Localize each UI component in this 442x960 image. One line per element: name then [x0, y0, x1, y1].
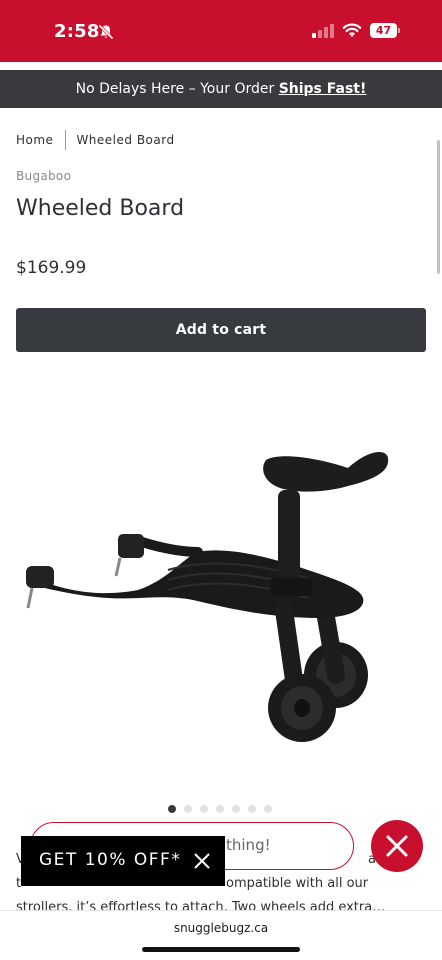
breadcrumb-current: Wheeled Board [76, 133, 175, 147]
cellular-signal-icon [312, 24, 334, 38]
discount-banner[interactable]: GET 10% OFF* [21, 836, 225, 886]
product-brand[interactable]: Bugaboo [16, 169, 71, 183]
close-icon[interactable] [193, 852, 211, 870]
pager-dot[interactable] [264, 805, 272, 813]
breadcrumb-divider [65, 130, 67, 150]
header-gap [0, 62, 442, 70]
breadcrumb-home[interactable]: Home [16, 133, 53, 147]
page-scrollbar[interactable] [437, 140, 440, 274]
browser-url-bar[interactable]: snugglebugz.ca [0, 910, 442, 960]
add-to-cart-button[interactable]: Add to cart [16, 308, 426, 352]
url-text[interactable]: snugglebugz.ca [0, 921, 442, 935]
product-price: $169.99 [16, 258, 87, 278]
image-pager [168, 805, 272, 813]
product-title: Wheeled Board [16, 196, 185, 221]
description-line2-end: ompatible with all our [226, 876, 369, 891]
battery-level: 47 [375, 24, 392, 37]
discount-text: GET 10% OFF* [39, 850, 182, 870]
pager-dot[interactable] [232, 805, 240, 813]
product-image[interactable] [18, 440, 398, 750]
breadcrumb: Home Wheeled Board [16, 130, 175, 150]
pager-dot[interactable] [200, 805, 208, 813]
home-indicator[interactable] [142, 947, 300, 952]
pager-dot[interactable] [248, 805, 256, 813]
close-icon [386, 835, 408, 857]
promo-text: No Delays Here – Your Order [75, 81, 279, 97]
promo-link[interactable]: Ships Fast! [279, 81, 367, 97]
pager-dot[interactable] [216, 805, 224, 813]
battery-indicator: 47 [370, 23, 400, 38]
status-time: 2:58 [54, 21, 100, 42]
bell-muted-icon [98, 24, 114, 40]
pager-dot[interactable] [184, 805, 192, 813]
pager-dot[interactable] [168, 805, 176, 813]
chat-prompt-text: thing! [226, 836, 271, 854]
wifi-icon [342, 23, 362, 37]
close-chat-button[interactable] [371, 820, 423, 872]
promo-bar: No Delays Here – Your Order Ships Fast! [0, 70, 442, 108]
status-bar: 2:58 47 [0, 0, 442, 62]
